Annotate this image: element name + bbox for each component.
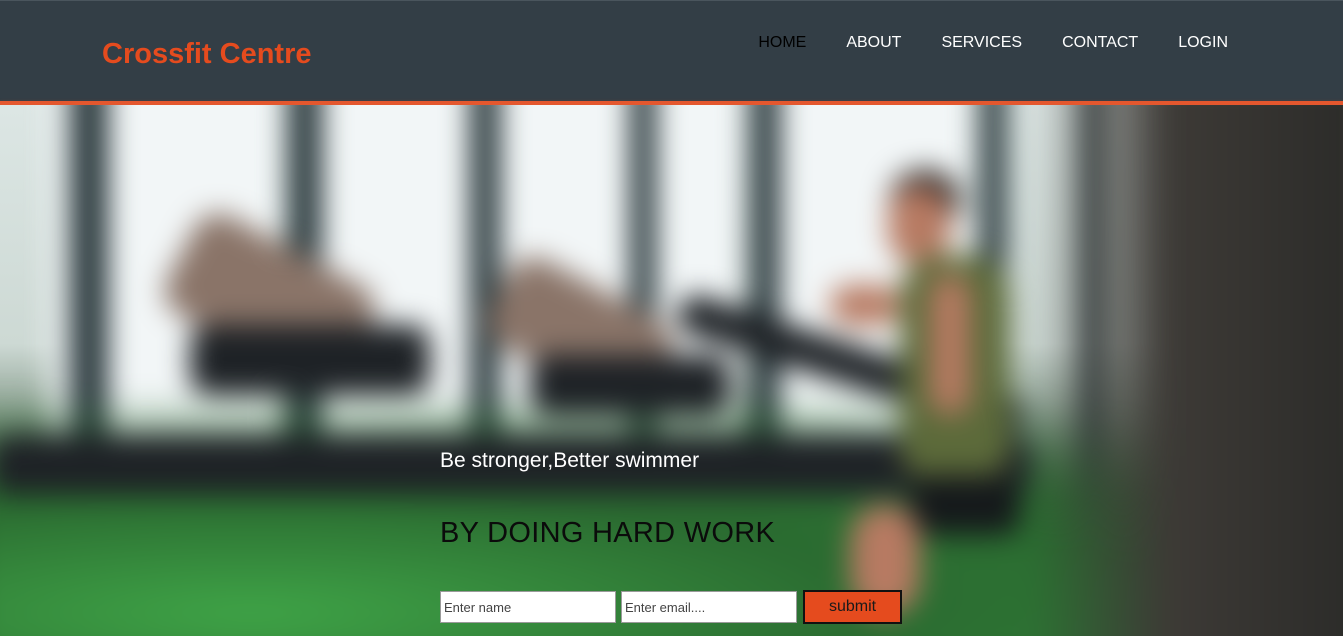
nav-about-link[interactable]: ABOUT: [846, 33, 901, 53]
nav-contact-link[interactable]: CONTACT: [1062, 33, 1138, 53]
email-input[interactable]: [621, 591, 797, 623]
hero-tagline: Be stronger,Better swimmer: [440, 449, 700, 472]
name-input[interactable]: [440, 591, 616, 623]
brand-logo[interactable]: Crossfit Centre: [102, 37, 312, 71]
main-nav: HOME ABOUT SERVICES CONTACT LOGIN: [718, 33, 1228, 53]
hero-headline: BY DOING HARD WORK: [440, 517, 776, 549]
site-header: Crossfit Centre HOME ABOUT SERVICES CONT…: [0, 0, 1343, 101]
signup-form: submit: [440, 590, 902, 624]
hero-section: Be stronger,Better swimmer BY DOING HARD…: [0, 105, 1343, 636]
submit-button[interactable]: submit: [803, 590, 902, 624]
nav-services-link[interactable]: SERVICES: [941, 33, 1022, 53]
nav-home-link[interactable]: HOME: [758, 33, 806, 53]
nav-login-link[interactable]: LOGIN: [1178, 33, 1228, 53]
hero-background-image: [0, 105, 1343, 636]
